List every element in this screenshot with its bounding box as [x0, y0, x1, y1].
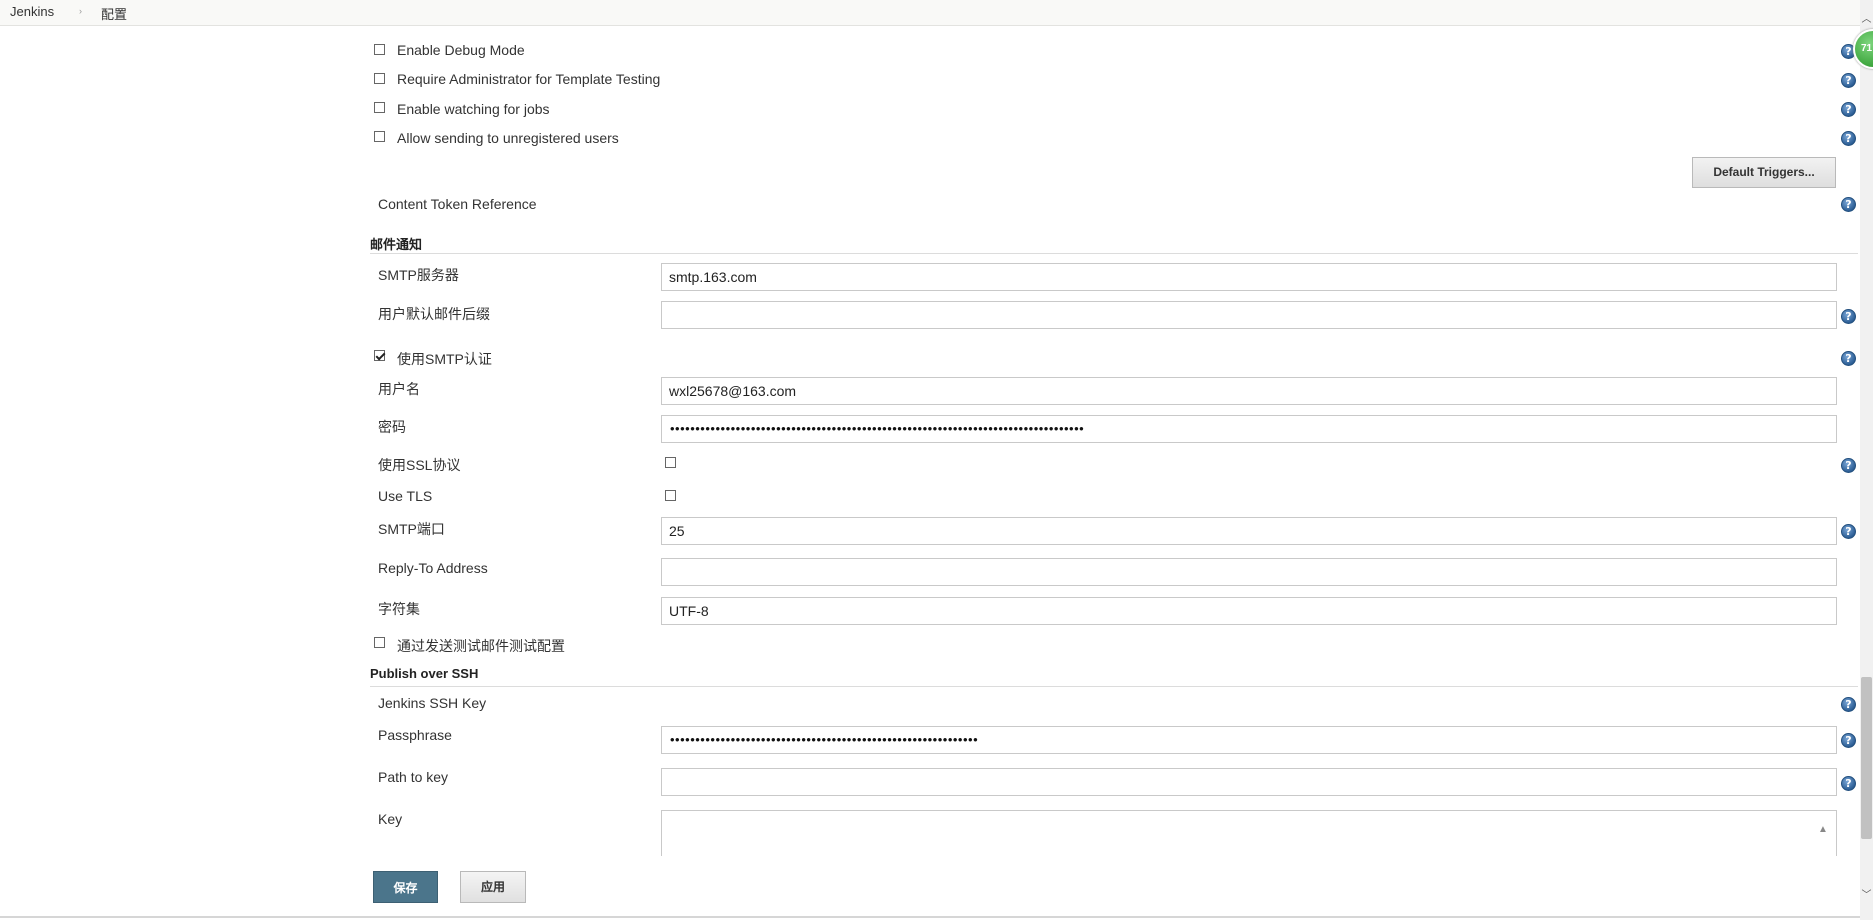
notification-badge-icon[interactable]: 71 [1853, 29, 1873, 69]
path-to-key-input[interactable] [661, 768, 1837, 796]
username-label: 用户名 [378, 381, 420, 397]
path-to-key-label: Path to key [378, 769, 449, 785]
textarea-scroll-up-icon[interactable]: ▲ [1818, 824, 1828, 835]
passphrase-label: Passphrase [378, 727, 452, 743]
enable-debug-mode-label: Enable Debug Mode [397, 42, 525, 58]
breadcrumb-jenkins-link[interactable]: Jenkins [10, 4, 54, 19]
key-textarea[interactable] [661, 810, 1837, 856]
jenkins-ssh-key-label: Jenkins SSH Key [378, 695, 487, 711]
scroll-down-arrow-icon[interactable]: ﹀ [1861, 890, 1872, 902]
breadcrumb-separator-icon: › [79, 6, 82, 16]
password-masked-value: ••••••••••••••••••••••••••••••••••••••••… [670, 421, 1085, 436]
help-icon[interactable]: ? [1841, 733, 1856, 748]
charset-label: 字符集 [378, 601, 420, 617]
help-icon[interactable]: ? [1841, 776, 1856, 791]
use-ssl-label: 使用SSL协议 [378, 457, 461, 473]
reply-to-input[interactable] [661, 558, 1837, 586]
password-input[interactable]: ••••••••••••••••••••••••••••••••••••••••… [661, 415, 1837, 443]
save-button[interactable]: 保存 [373, 871, 438, 903]
allow-unregistered-users-checkbox[interactable] [374, 131, 385, 142]
enable-watching-jobs-label: Enable watching for jobs [397, 101, 550, 117]
breadcrumb-config-link[interactable]: 配置 [101, 4, 127, 23]
smtp-port-input[interactable]: 25 [661, 517, 1837, 545]
charset-input[interactable]: UTF-8 [661, 597, 1837, 625]
require-admin-template-testing-label: Require Administrator for Template Testi… [397, 71, 661, 87]
help-icon[interactable]: ? [1841, 309, 1856, 324]
test-config-label: 通过发送测试邮件测试配置 [397, 638, 565, 654]
help-icon[interactable]: ? [1841, 697, 1856, 712]
reply-to-label: Reply-To Address [378, 560, 488, 576]
use-smtp-auth-label: 使用SMTP认证 [397, 351, 492, 367]
password-label: 密码 [378, 419, 406, 435]
help-icon[interactable]: ? [1841, 524, 1856, 539]
bottom-divider [0, 916, 1873, 918]
smtp-server-label: SMTP服务器 [378, 267, 459, 283]
help-icon[interactable]: ? [1841, 131, 1856, 146]
help-icon[interactable]: ? [1841, 351, 1856, 366]
default-suffix-label: 用户默认邮件后缀 [378, 306, 490, 322]
help-icon[interactable]: ? [1841, 197, 1856, 212]
section-divider [370, 253, 1858, 254]
default-suffix-input[interactable] [661, 301, 1837, 329]
use-smtp-auth-checkbox[interactable] [374, 350, 385, 361]
apply-button[interactable]: 应用 [460, 871, 526, 903]
smtp-port-label: SMTP端口 [378, 521, 445, 537]
scroll-up-arrow-icon[interactable]: ︿ [1861, 14, 1872, 26]
passphrase-input[interactable]: ••••••••••••••••••••••••••••••••••••••••… [661, 726, 1837, 754]
username-input[interactable]: wxl25678@163.com [661, 377, 1837, 405]
enable-debug-mode-checkbox[interactable] [374, 44, 385, 55]
jenkins-config-page: Jenkins › 配置 Enable Debug Mode ? Require… [0, 0, 1873, 920]
enable-watching-jobs-checkbox[interactable] [374, 102, 385, 113]
section-divider [370, 686, 1858, 687]
key-label: Key [378, 811, 403, 827]
use-tls-label: Use TLS [378, 488, 433, 504]
test-config-checkbox[interactable] [374, 637, 385, 648]
email-section-title: 邮件通知 [370, 237, 423, 252]
help-icon[interactable]: ? [1841, 458, 1856, 473]
require-admin-template-testing-checkbox[interactable] [374, 73, 385, 84]
content-token-reference-label: Content Token Reference [378, 196, 537, 212]
scrollbar-thumb[interactable] [1861, 677, 1872, 839]
allow-unregistered-users-label: Allow sending to unregistered users [397, 130, 619, 146]
ssh-section-title: Publish over SSH [370, 666, 479, 681]
use-ssl-checkbox[interactable] [665, 457, 676, 468]
breadcrumb: Jenkins › 配置 [0, 0, 1873, 26]
passphrase-masked-value: ••••••••••••••••••••••••••••••••••••••••… [670, 732, 979, 747]
help-icon[interactable]: ? [1841, 73, 1856, 88]
default-triggers-button[interactable]: Default Triggers... [1692, 157, 1836, 188]
help-icon[interactable]: ? [1841, 102, 1856, 117]
bottom-button-bar [0, 856, 1873, 920]
use-tls-checkbox[interactable] [665, 490, 676, 501]
smtp-server-input[interactable]: smtp.163.com [661, 263, 1837, 291]
